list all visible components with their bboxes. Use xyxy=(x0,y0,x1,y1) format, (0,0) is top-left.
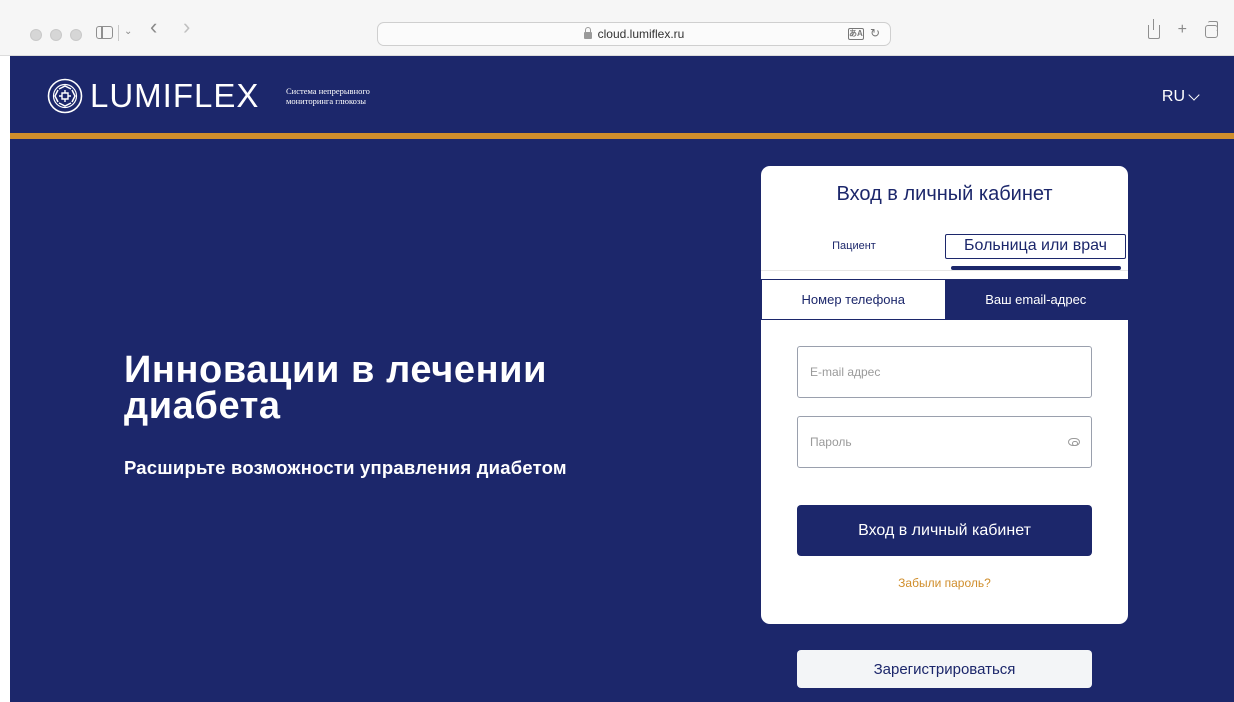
forgot-password-link[interactable]: Забыли пароль? xyxy=(761,576,1128,590)
register-button[interactable]: Зарегистрироваться xyxy=(797,650,1092,688)
language-label: RU xyxy=(1161,88,1185,105)
address-bar[interactable]: cloud.lumiflex.ru あA ↻ xyxy=(377,22,891,46)
password-field-wrapper xyxy=(797,416,1092,468)
hero-subtitle: Расширьте возможности управления диабето… xyxy=(124,457,567,478)
language-selector[interactable]: RU xyxy=(1161,88,1200,106)
zoom-window-button[interactable] xyxy=(70,29,82,41)
chevron-down-icon[interactable]: ⌄ xyxy=(124,24,132,39)
tab-phone-number[interactable]: Номер телефона xyxy=(762,280,945,319)
login-card: Вход в личный кабинет Пациент Больница и… xyxy=(761,166,1128,624)
tab-patient[interactable]: Пациент xyxy=(804,240,904,252)
email-field-wrapper xyxy=(797,346,1092,398)
sidebar-toggle-icon[interactable] xyxy=(96,26,113,39)
minimize-window-button[interactable] xyxy=(50,29,62,41)
tab-hospital-or-doctor[interactable]: Больница или врач xyxy=(945,234,1126,259)
forward-icon[interactable]: › xyxy=(183,16,190,38)
show-password-eye-icon[interactable] xyxy=(1068,438,1080,446)
login-button[interactable]: Вход в личный кабинет xyxy=(797,505,1092,556)
toolbar-divider xyxy=(118,25,119,41)
browser-right-tools: + xyxy=(1147,19,1218,39)
tabs-divider xyxy=(761,270,1128,271)
chevron-down-icon xyxy=(1188,88,1200,101)
header-accent-bar xyxy=(10,133,1234,139)
lock-icon xyxy=(583,27,592,39)
url-text: cloud.lumiflex.ru xyxy=(597,27,685,41)
window-controls xyxy=(30,29,82,41)
page: LUMIFLEX Система непрерывного мониторинг… xyxy=(10,56,1234,702)
share-icon[interactable] xyxy=(1147,19,1160,39)
close-window-button[interactable] xyxy=(30,29,42,41)
address-bar-actions: あA ↻ xyxy=(847,26,880,40)
browser-toolbar: ⌄ ‹ › cloud.lumiflex.ru あA ↻ + xyxy=(0,0,1234,56)
logo-wordmark[interactable]: LUMIFLEX xyxy=(90,77,259,115)
login-card-title: Вход в личный кабинет xyxy=(836,183,1053,205)
password-input[interactable] xyxy=(798,417,1091,467)
lumiflex-logo-icon[interactable] xyxy=(47,78,83,114)
hero-title: Инновации в лечении диабета xyxy=(124,349,548,427)
email-input[interactable] xyxy=(798,347,1091,397)
tab-email[interactable]: Ваш email-адрес xyxy=(944,280,1127,319)
site-header: LUMIFLEX Система непрерывного мониторинг… xyxy=(10,56,1234,133)
new-tab-icon[interactable]: + xyxy=(1178,21,1187,39)
login-method-tabs: Номер телефона Ваш email-адрес xyxy=(761,279,1128,320)
logo-tagline: Система непрерывного мониторинга глюкозы xyxy=(286,86,370,106)
tab-overview-icon[interactable] xyxy=(1205,21,1218,38)
reload-icon[interactable]: ↻ xyxy=(870,26,880,40)
translate-icon[interactable]: あA xyxy=(847,28,864,40)
back-icon[interactable]: ‹ xyxy=(150,16,157,38)
